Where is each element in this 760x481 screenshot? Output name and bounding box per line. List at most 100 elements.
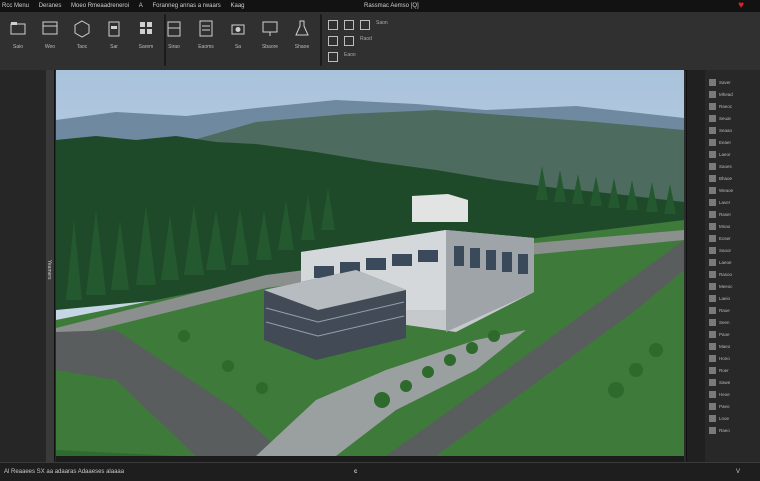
property-row[interactable]: Meeoc bbox=[709, 280, 757, 292]
property-row[interactable]: Maeo bbox=[709, 340, 757, 352]
option-checkbox[interactable] bbox=[344, 36, 354, 46]
property-row[interactable]: Paeo bbox=[709, 400, 757, 412]
monitor-icon bbox=[262, 21, 278, 36]
menu-item-1[interactable]: Rcc Menu bbox=[2, 3, 29, 9]
property-label: Raser bbox=[719, 211, 732, 217]
ribbon-button-10[interactable]: Shaoe bbox=[288, 14, 316, 62]
property-row[interactable]: Saoes bbox=[709, 160, 757, 172]
status-bar: Al Reaaees SX aa adaaras Adaaeses alaaaa… bbox=[0, 462, 760, 481]
option-checkbox[interactable] bbox=[328, 36, 338, 46]
property-label: Eoser bbox=[719, 235, 731, 241]
property-row[interactable]: Saoor bbox=[709, 244, 757, 256]
property-icon bbox=[709, 186, 716, 194]
ribbon-button-6[interactable]: Sirao bbox=[160, 14, 188, 62]
property-row[interactable]: Laver bbox=[709, 196, 757, 208]
property-row[interactable]: Seaao bbox=[709, 124, 757, 136]
status-right: V bbox=[735, 469, 740, 475]
ribbon-button-1[interactable]: Saio bbox=[4, 14, 32, 62]
right-properties-panel: Saver Mhead Raeoc Seuar Seaao Eeaer Laeor Saoes… bbox=[686, 70, 760, 462]
property-row[interactable]: Raoe bbox=[709, 304, 757, 316]
ribbon-button-4[interactable]: Sar bbox=[100, 14, 128, 62]
ribbon-button-8[interactable]: Sa bbox=[224, 14, 252, 62]
left-panel-strip[interactable]: Yeamers bbox=[46, 70, 54, 462]
property-row[interactable]: Laeio bbox=[709, 292, 757, 304]
property-row[interactable]: Raser bbox=[709, 208, 757, 220]
option-checkbox[interactable] bbox=[328, 20, 338, 30]
property-row[interactable]: Mnao bbox=[709, 220, 757, 232]
ribbon-label: Saio bbox=[12, 44, 23, 50]
property-row[interactable]: Roer bbox=[709, 364, 757, 376]
property-icon bbox=[709, 150, 716, 158]
ribbon-label: Eaoms bbox=[198, 44, 214, 50]
cube-icon bbox=[74, 20, 90, 38]
property-row[interactable]: Seen bbox=[709, 316, 757, 328]
property-label: Raeoc bbox=[719, 103, 733, 109]
property-icon bbox=[709, 210, 716, 218]
property-label: Raoe bbox=[719, 307, 730, 313]
property-label: Saoor bbox=[719, 247, 732, 253]
grid-icon bbox=[140, 22, 152, 34]
option-label: Raod bbox=[360, 36, 372, 42]
property-label: Sawe bbox=[719, 379, 731, 385]
property-label: Saoes bbox=[719, 163, 732, 169]
property-label: Bhaoe bbox=[719, 175, 733, 181]
property-row[interactable]: Lnoe bbox=[709, 412, 757, 424]
option-label: Saon bbox=[376, 20, 388, 26]
property-icon bbox=[709, 234, 716, 242]
menu-item-3[interactable]: Moeo Rmeaadreneroi bbox=[71, 3, 129, 9]
property-row[interactable]: Eoser bbox=[709, 232, 757, 244]
options-row: Eaoo bbox=[328, 52, 678, 62]
property-icon bbox=[709, 138, 716, 146]
property-label: Seuar bbox=[719, 115, 732, 121]
ribbon-label: Shaoe bbox=[294, 44, 310, 50]
ribbon-button-7[interactable]: Eaoms bbox=[192, 14, 220, 62]
ribbon-button-2[interactable]: Weo bbox=[36, 14, 64, 62]
property-row[interactable]: Raeo bbox=[709, 424, 757, 436]
property-icon bbox=[709, 114, 716, 122]
tool-icon bbox=[108, 21, 120, 37]
property-row[interactable]: Eeaer bbox=[709, 136, 757, 148]
property-row[interactable]: Raeoc bbox=[709, 100, 757, 112]
property-row[interactable]: Weaoe bbox=[709, 184, 757, 196]
property-row[interactable]: Paoe bbox=[709, 328, 757, 340]
window-title: Rassmac Aemso [Q] bbox=[364, 3, 419, 9]
property-row[interactable]: Mhead bbox=[709, 88, 757, 100]
menu-item-5[interactable]: Foranneg annas a rwaars bbox=[152, 3, 220, 9]
property-label: Laeio bbox=[719, 295, 731, 301]
property-row[interactable]: Heoe bbox=[709, 388, 757, 400]
option-checkbox[interactable] bbox=[328, 52, 338, 62]
property-row[interactable]: Saver bbox=[709, 76, 757, 88]
property-row[interactable]: Bhaoe bbox=[709, 172, 757, 184]
camera-icon bbox=[231, 24, 245, 35]
property-row[interactable]: Seuar bbox=[709, 112, 757, 124]
property-icon bbox=[709, 378, 716, 386]
ribbon-button-9[interactable]: Sbaore bbox=[256, 14, 284, 62]
menu-item-6[interactable]: Kaag bbox=[230, 3, 244, 9]
ribbon-group-file: Saio Weo Taoc Sar Sarem bbox=[0, 14, 166, 66]
ribbon-label: Sa bbox=[234, 44, 242, 50]
property-row[interactable]: Rasoo bbox=[709, 268, 757, 280]
ribbon-label: Sarem bbox=[138, 44, 154, 50]
3d-viewport[interactable] bbox=[56, 70, 684, 456]
property-label: Paeo bbox=[719, 403, 730, 409]
ribbon-button-3[interactable]: Taoc bbox=[68, 14, 96, 62]
right-panel-toolstrip[interactable] bbox=[687, 70, 705, 462]
property-label: Hono bbox=[719, 355, 730, 361]
menu-item-2[interactable]: Deranes bbox=[39, 3, 62, 9]
properties-list: Saver Mhead Raeoc Seuar Seaao Eeaer Laeor Saoes… bbox=[709, 76, 757, 436]
property-row[interactable]: Sawe bbox=[709, 376, 757, 388]
option-checkbox[interactable] bbox=[344, 20, 354, 30]
property-row[interactable]: Laeor bbox=[709, 148, 757, 160]
property-row[interactable]: Hono bbox=[709, 352, 757, 364]
menu-item-4[interactable]: A bbox=[139, 3, 143, 9]
option-checkbox[interactable] bbox=[360, 20, 370, 30]
property-label: Meeoc bbox=[719, 283, 733, 289]
left-strip-label: Yeamers bbox=[46, 260, 52, 280]
property-row[interactable]: Laeoe bbox=[709, 256, 757, 268]
roof-tower bbox=[412, 194, 468, 222]
folder-icon bbox=[10, 22, 26, 35]
close-icon[interactable]: ♥ bbox=[738, 0, 744, 12]
property-label: Rasoo bbox=[719, 271, 733, 277]
ribbon-label: Sar bbox=[110, 44, 118, 50]
options-row: Saon bbox=[328, 20, 678, 30]
